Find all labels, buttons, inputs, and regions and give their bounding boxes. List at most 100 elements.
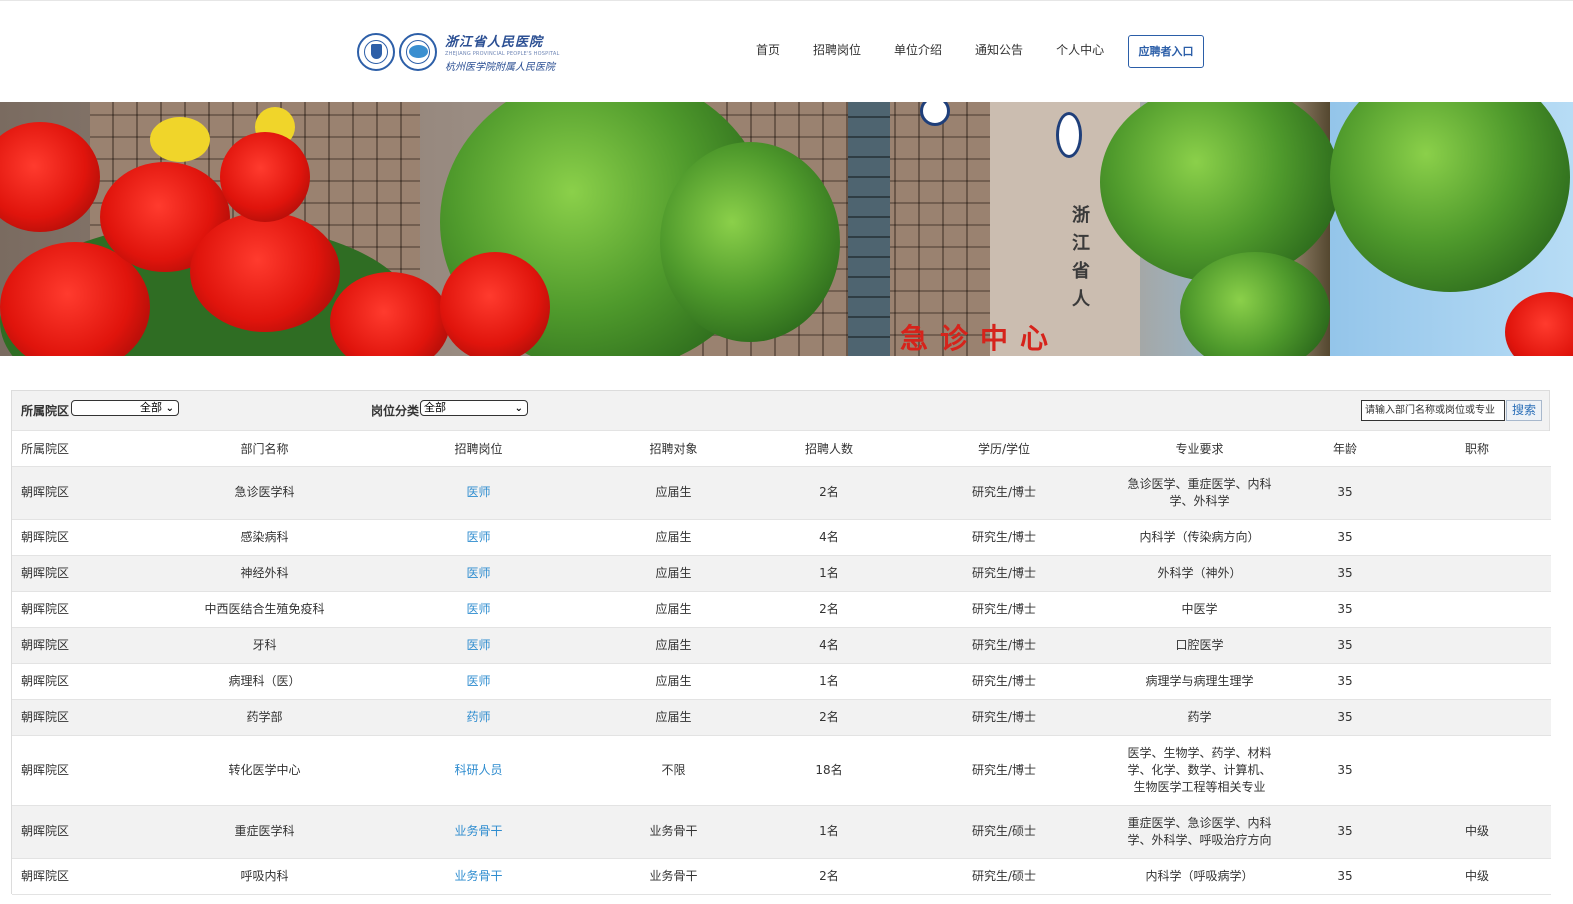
- nav-notices[interactable]: 通知公告: [975, 35, 1023, 65]
- target-cell: 应届生: [585, 663, 762, 700]
- nav-profile[interactable]: 个人中心: [1056, 35, 1104, 65]
- campus-cell: 朝晖院区: [12, 519, 157, 556]
- age-cell: 35: [1287, 663, 1403, 700]
- search-input[interactable]: 请输入部门名称或岗位或专业: [1361, 400, 1505, 421]
- department-cell: 神经外科: [157, 555, 372, 592]
- major-cell: 病理学与病理生理学: [1112, 663, 1287, 700]
- column-header: 职称: [1403, 431, 1551, 467]
- position-link[interactable]: 药师: [372, 699, 585, 736]
- title-cell: [1403, 591, 1551, 628]
- position-link[interactable]: 医师: [372, 591, 585, 628]
- main-nav: 首页 招聘岗位 单位介绍 通知公告 个人中心: [756, 35, 1137, 65]
- position-link[interactable]: 科研人员: [372, 735, 585, 806]
- degree-cell: 研究生/硕士: [896, 805, 1112, 859]
- title-cell: [1403, 466, 1551, 520]
- count-cell: 4名: [762, 519, 896, 556]
- campus-select-value: 全部: [140, 401, 162, 414]
- nav-jobs[interactable]: 招聘岗位: [813, 35, 861, 65]
- table-row: 朝晖院区 重症医学科 业务骨干 业务骨干 1名 研究生/硕士 重症医学、急诊医学…: [12, 805, 1551, 859]
- campus-cell: 朝晖院区: [12, 858, 157, 895]
- title-cell: [1403, 555, 1551, 592]
- position-link[interactable]: 业务骨干: [372, 805, 585, 859]
- table-header-row: 所属院区 部门名称 招聘岗位 招聘对象 招聘人数 学历/学位 专业要求 年龄 职…: [12, 431, 1551, 467]
- count-cell: 1名: [762, 555, 896, 592]
- position-link[interactable]: 医师: [372, 555, 585, 592]
- title-cell: 中级: [1403, 805, 1551, 859]
- nav-about[interactable]: 单位介绍: [894, 35, 942, 65]
- major-cell: 内科学（呼吸病学）: [1112, 858, 1287, 895]
- count-cell: 1名: [762, 663, 896, 700]
- red-flowers-shape: [1505, 292, 1573, 356]
- logo-english: ZHEJIANG PROVINCIAL PEOPLE'S HOSPITAL: [445, 51, 560, 57]
- logo-text: 浙江省人民医院 ZHEJIANG PROVINCIAL PEOPLE'S HOS…: [445, 31, 560, 73]
- campus-cell: 朝晖院区: [12, 735, 157, 806]
- red-flowers-shape: [190, 212, 340, 332]
- count-cell: 2名: [762, 699, 896, 736]
- department-cell: 感染病科: [157, 519, 372, 556]
- age-cell: 35: [1287, 735, 1403, 806]
- logo-subtitle: 杭州医学院附属人民医院: [445, 62, 555, 73]
- search-button[interactable]: 搜索: [1506, 400, 1542, 421]
- table-row: 朝晖院区 药学部 药师 应届生 2名 研究生/博士 药学 35: [12, 699, 1551, 736]
- title-cell: [1403, 699, 1551, 736]
- major-cell: 医学、生物学、药学、材料学、化学、数学、计算机、生物医学工程等相关专业: [1112, 735, 1287, 806]
- age-cell: 35: [1287, 805, 1403, 859]
- position-link[interactable]: 医师: [372, 663, 585, 700]
- column-header: 部门名称: [157, 431, 372, 467]
- target-cell: 应届生: [585, 699, 762, 736]
- major-cell: 中医学: [1112, 591, 1287, 628]
- position-link[interactable]: 医师: [372, 519, 585, 556]
- building-glass-shape: [848, 102, 890, 356]
- department-cell: 药学部: [157, 699, 372, 736]
- chevron-down-icon: ⌄: [514, 403, 523, 414]
- major-cell: 内科学（传染病方向）: [1112, 519, 1287, 556]
- table-row: 朝晖院区 牙科 医师 应届生 4名 研究生/博士 口腔医学 35: [12, 627, 1551, 664]
- column-header: 招聘对象: [585, 431, 762, 467]
- count-cell: 2名: [762, 466, 896, 520]
- red-flowers-shape: [330, 272, 450, 356]
- table-row: 朝晖院区 转化医学中心 科研人员 不限 18名 研究生/博士 医学、生物学、药学…: [12, 735, 1551, 806]
- title-cell: [1403, 519, 1551, 556]
- degree-cell: 研究生/博士: [896, 627, 1112, 664]
- department-cell: 重症医学科: [157, 805, 372, 859]
- age-cell: 35: [1287, 466, 1403, 520]
- column-header: 所属院区: [12, 431, 157, 467]
- table-row: 朝晖院区 病理科（医） 医师 应届生 1名 研究生/博士 病理学与病理生理学 3…: [12, 663, 1551, 700]
- red-flowers-shape: [220, 132, 310, 222]
- position-link[interactable]: 医师: [372, 627, 585, 664]
- campus-select[interactable]: 全部 ⌄: [71, 400, 179, 416]
- campus-cell: 朝晖院区: [12, 555, 157, 592]
- emergency-sign: 急诊中心: [900, 322, 1061, 355]
- table-row: 朝晖院区 神经外科 医师 应届生 1名 研究生/博士 外科学（神外） 35: [12, 555, 1551, 592]
- campus-cell: 朝晖院区: [12, 663, 157, 700]
- site-header: 浙江省人民医院 ZHEJIANG PROVINCIAL PEOPLE'S HOS…: [0, 0, 1573, 102]
- column-header: 学历/学位: [896, 431, 1112, 467]
- count-cell: 2名: [762, 591, 896, 628]
- count-cell: 18名: [762, 735, 896, 806]
- table-row: 朝晖院区 急诊医学科 医师 应届生 2名 研究生/博士 急诊医学、重症医学、内科…: [12, 466, 1551, 520]
- job-table: 所属院区 部门名称 招聘岗位 招聘对象 招聘人数 学历/学位 专业要求 年龄 职…: [12, 431, 1551, 895]
- building-sign: 浙江省人: [1072, 205, 1090, 310]
- age-cell: 35: [1287, 699, 1403, 736]
- target-cell: 应届生: [585, 627, 762, 664]
- position-link[interactable]: 医师: [372, 466, 585, 520]
- category-select[interactable]: 全部 ⌄: [420, 400, 528, 416]
- major-cell: 外科学（神外）: [1112, 555, 1287, 592]
- campus-cell: 朝晖院区: [12, 699, 157, 736]
- age-cell: 35: [1287, 519, 1403, 556]
- count-cell: 2名: [762, 858, 896, 895]
- degree-cell: 研究生/博士: [896, 466, 1112, 520]
- hospital-logo[interactable]: 浙江省人民医院 ZHEJIANG PROVINCIAL PEOPLE'S HOS…: [357, 30, 560, 74]
- degree-cell: 研究生/硕士: [896, 858, 1112, 895]
- major-cell: 口腔医学: [1112, 627, 1287, 664]
- building-emblem-icon: [1056, 112, 1082, 158]
- job-list-panel: 所属院区 全部 ⌄ 岗位分类 全部 ⌄ 请输入部门名称或岗位或专业 搜索 所属院…: [11, 390, 1551, 895]
- count-cell: 4名: [762, 627, 896, 664]
- nav-home[interactable]: 首页: [756, 35, 780, 65]
- category-select-value: 全部: [424, 401, 446, 414]
- degree-cell: 研究生/博士: [896, 591, 1112, 628]
- column-header: 年龄: [1287, 431, 1403, 467]
- position-link[interactable]: 业务骨干: [372, 858, 585, 895]
- applicant-entry-button[interactable]: 应聘者入口: [1128, 35, 1204, 68]
- department-cell: 急诊医学科: [157, 466, 372, 520]
